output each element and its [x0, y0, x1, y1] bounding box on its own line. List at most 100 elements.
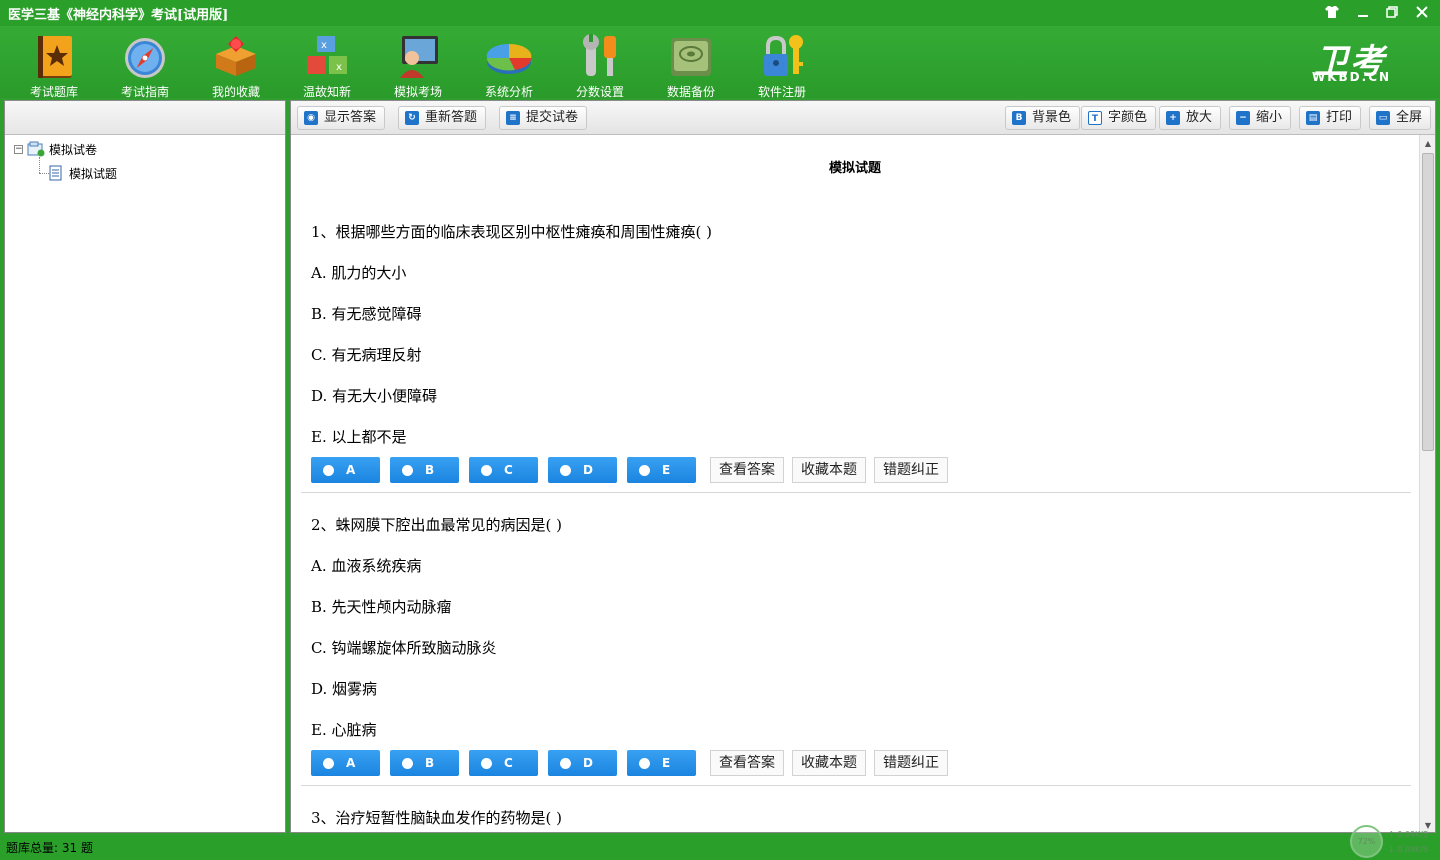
answer-button-a[interactable]: A [311, 457, 380, 483]
answer-button-c[interactable]: C [469, 457, 538, 483]
favorite-question-button[interactable]: 收藏本题 [792, 457, 866, 483]
pie-chart-icon [486, 43, 532, 74]
gift-box-icon [216, 36, 256, 76]
scrollbar-thumb[interactable] [1422, 153, 1434, 451]
background-color-button[interactable]: B 背景色 [1005, 106, 1081, 130]
refresh-icon: ↻ [405, 111, 419, 125]
minimize-icon[interactable] [1349, 2, 1377, 22]
toolbar-item-analysis[interactable]: 系统分析 [469, 30, 549, 99]
tree-connector [39, 173, 49, 174]
fullscreen-button[interactable]: ▭ 全屏 [1369, 106, 1432, 130]
main-toolbar: 考试题库 考试指南 我的收藏 xx 温故知新 模拟考场 系统分析 分数设置 数据… [0, 26, 1440, 99]
question-title: 1、根据哪些方面的临床表现区别中枢性瘫痪和周围性瘫痪( ) [311, 223, 713, 241]
question-item: 3、治疗短暂性脑缺血发作的药物是( ) [301, 803, 1411, 832]
answer-button-d[interactable]: D [548, 750, 617, 776]
option-d: D. 烟雾病 [311, 680, 378, 698]
toolbar-item-favorites[interactable]: 我的收藏 [196, 30, 276, 99]
report-error-button[interactable]: 错题纠正 [874, 750, 948, 776]
cubes-icon: xx [307, 36, 347, 74]
question-item: 2、蛛网膜下腔出血最常见的病因是( ) A. 血液系统疾病 B. 先天性颅内动脉… [301, 510, 1411, 790]
window-title: 医学三基《神经内科学》考试[试用版] [8, 8, 229, 23]
zoom-out-icon: − [1236, 111, 1250, 125]
tree-collapse-icon[interactable]: − [14, 145, 23, 154]
question-item: 1、根据哪些方面的临床表现区别中枢性瘫痪和周围性瘫痪( ) A. 肌力的大小 B… [301, 217, 1411, 497]
left-panel: − 模拟试卷 模拟试题 [4, 100, 286, 833]
compass-icon [125, 38, 165, 78]
question-title: 2、蛛网膜下腔出血最常见的病因是( ) [311, 516, 563, 534]
question-divider [301, 492, 1411, 493]
toolbar-item-register[interactable]: 软件注册 [742, 30, 822, 99]
wrench-icon [583, 34, 616, 76]
skin-icon[interactable] [1318, 2, 1346, 22]
folder-icon [27, 141, 45, 157]
network-monitor: 72% ↑ 0.09K/S ↓ 0.09K/S [1348, 823, 1440, 860]
toolbar-item-backup[interactable]: 数据备份 [651, 30, 731, 99]
option-c: C. 有无病理反射 [311, 346, 422, 364]
right-panel: ◉ 显示答案 ↻ 重新答题 ≡ 提交试卷 B 背景色 T 字颜色 + 放大 − 缩小 ▤ 打印 … [290, 100, 1436, 833]
option-b: B. 先天性颅内动脉瘤 [311, 598, 452, 616]
zoom-out-button[interactable]: − 缩小 [1229, 106, 1292, 130]
print-button[interactable]: ▤ 打印 [1299, 106, 1362, 130]
answer-button-b[interactable]: B [390, 457, 459, 483]
submit-paper-button[interactable]: ≡ 提交试卷 [499, 106, 588, 130]
document-icon [49, 165, 62, 181]
book-star-icon [38, 36, 72, 78]
tree-node-mock-papers[interactable]: 模拟试卷 [27, 141, 97, 158]
toolbar-item-score-settings[interactable]: 分数设置 [560, 30, 640, 99]
option-a: A. 血液系统疾病 [311, 557, 422, 575]
view-answer-button[interactable]: 查看答案 [710, 457, 784, 483]
answer-button-c[interactable]: C [469, 750, 538, 776]
question-divider [301, 785, 1411, 786]
option-a: A. 肌力的大小 [311, 264, 407, 282]
zoom-in-button[interactable]: + 放大 [1159, 106, 1222, 130]
eye-icon: ◉ [304, 111, 318, 125]
option-b: B. 有无感觉障碍 [311, 305, 422, 323]
page-title: 模拟试题 [828, 161, 881, 176]
zoom-in-icon: + [1166, 111, 1180, 125]
show-answer-button[interactable]: ◉ 显示答案 [297, 106, 386, 130]
svg-text:x: x [321, 40, 327, 51]
answer-button-e[interactable]: E [627, 457, 696, 483]
action-bar: ◉ 显示答案 ↻ 重新答题 ≡ 提交试卷 B 背景色 T 字颜色 + 放大 − 缩小 ▤ 打印 … [291, 101, 1435, 135]
scroll-up-icon[interactable]: ▲ [1423, 139, 1433, 148]
redo-button[interactable]: ↻ 重新答题 [398, 106, 487, 130]
monitor-user-icon [400, 36, 438, 78]
printer-icon: ▤ [1306, 111, 1320, 125]
view-answer-button[interactable]: 查看答案 [710, 750, 784, 776]
answer-button-e[interactable]: E [627, 750, 696, 776]
toolbar-item-review[interactable]: xx 温故知新 [287, 30, 367, 99]
toolbar-item-mock-exam[interactable]: 模拟考场 [378, 30, 458, 99]
disk-icon [671, 38, 711, 76]
question-content: 模拟试题 1、根据哪些方面的临床表现区别中枢性瘫痪和周围性瘫痪( ) A. 肌力… [291, 135, 1419, 832]
restore-icon[interactable] [1378, 2, 1406, 22]
tree-connector [39, 157, 40, 173]
bg-color-icon: B [1012, 111, 1026, 125]
vertical-scrollbar[interactable]: ▲ ▼ [1419, 135, 1435, 832]
question-title: 3、治疗短暂性脑缺血发作的药物是( ) [311, 809, 563, 827]
option-e: E. 以上都不是 [311, 428, 407, 446]
answer-button-b[interactable]: B [390, 750, 459, 776]
close-icon[interactable] [1408, 2, 1436, 22]
option-d: D. 有无大小便障碍 [311, 387, 438, 405]
question-count: 题库总量: 31 题 [6, 841, 93, 855]
tree-node-mock-questions[interactable]: 模拟试题 [49, 165, 117, 182]
download-rate: ↓ 0.09K/S [1388, 845, 1429, 854]
cpu-usage: 72% [1350, 825, 1383, 858]
option-e: E. 心脏病 [311, 721, 377, 739]
toolbar-item-question-bank[interactable]: 考试题库 [14, 30, 94, 99]
answer-button-d[interactable]: D [548, 457, 617, 483]
font-color-button[interactable]: T 字颜色 [1081, 106, 1157, 130]
lock-key-icon [764, 35, 803, 76]
title-bar: 医学三基《神经内科学》考试[试用版] [0, 0, 1440, 26]
report-error-button[interactable]: 错题纠正 [874, 457, 948, 483]
fullscreen-icon: ▭ [1376, 111, 1390, 125]
left-panel-header [5, 101, 285, 135]
font-color-icon: T [1088, 111, 1102, 125]
toolbar-item-exam-guide[interactable]: 考试指南 [105, 30, 185, 99]
answer-button-a[interactable]: A [311, 750, 380, 776]
svg-text:x: x [336, 62, 342, 73]
status-bar: 题库总量: 31 题 [0, 836, 1440, 860]
option-c: C. 钩端螺旋体所致脑动脉炎 [311, 639, 497, 657]
favorite-question-button[interactable]: 收藏本题 [792, 750, 866, 776]
brand-logo: 卫考 WKBD.CN [1312, 42, 1392, 84]
